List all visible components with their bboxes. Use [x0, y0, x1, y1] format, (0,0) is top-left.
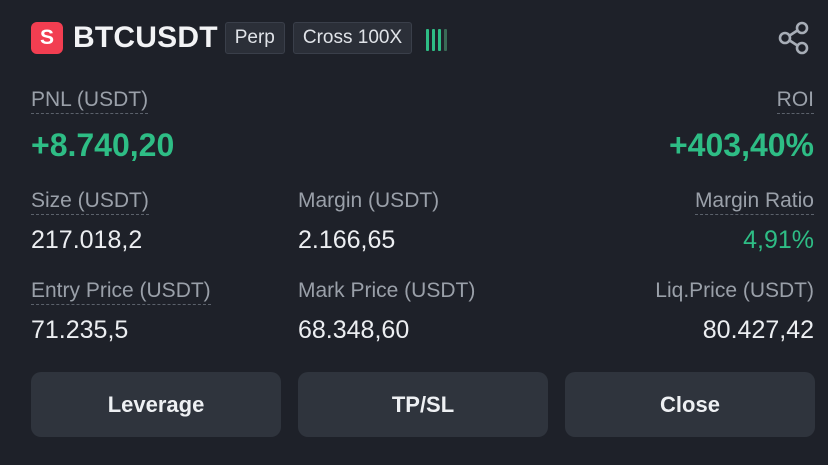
mark-price-value: 68.348,60 — [298, 316, 410, 344]
margin-ratio-label[interactable]: Margin Ratio — [694, 189, 814, 215]
entry-price-value: 71.235,5 — [31, 316, 129, 344]
position-header: S BTCUSDT Perp Cross 100X — [31, 20, 448, 56]
pnl-value: +8.740,20 — [31, 127, 175, 163]
size-label[interactable]: Size (USDT) — [31, 189, 149, 215]
margin-ratio-value: 4,91% — [743, 226, 814, 254]
liq-price-value: 80.427,42 — [702, 316, 814, 344]
margin-label: Margin (USDT) — [298, 189, 440, 212]
signal-strength-bars-icon — [426, 25, 448, 51]
position-card: S BTCUSDT Perp Cross 100X PNL (USDT) +8.… — [0, 0, 828, 465]
roi-label[interactable]: ROI — [776, 88, 814, 114]
size-value: 217.018,2 — [31, 226, 143, 254]
entry-price-label[interactable]: Entry Price (USDT) — [31, 279, 211, 305]
margin-value: 2.166,65 — [298, 226, 396, 254]
roi-value: +403,40% — [668, 127, 814, 163]
pnl-label[interactable]: PNL (USDT) — [31, 88, 149, 114]
tpsl-button[interactable]: TP/SL — [298, 372, 548, 437]
mark-price-label: Mark Price (USDT) — [298, 279, 476, 302]
share-icon[interactable] — [776, 20, 812, 56]
contract-type-tag: Perp — [224, 22, 285, 54]
short-side-badge: S — [31, 22, 63, 54]
leverage-button[interactable]: Leverage — [31, 372, 281, 437]
liq-price-label: Liq.Price (USDT) — [655, 279, 814, 302]
symbol-title[interactable]: BTCUSDT — [73, 21, 218, 55]
margin-mode-tag[interactable]: Cross 100X — [292, 22, 413, 54]
close-position-button[interactable]: Close — [565, 372, 815, 437]
